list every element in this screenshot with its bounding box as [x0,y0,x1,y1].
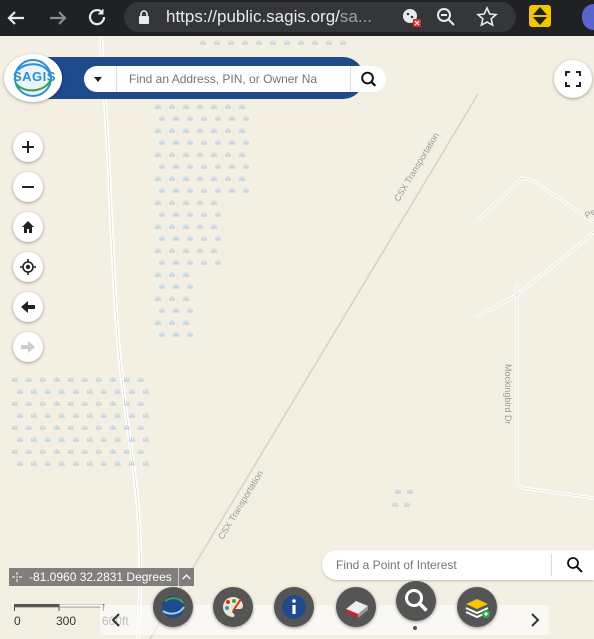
scale-label-0: 0 [14,614,21,628]
locate-button[interactable] [13,252,43,282]
palette-icon [223,597,243,617]
back-arrow-icon[interactable] [2,4,30,32]
zoom-icon[interactable] [436,7,456,27]
fullscreen-icon [565,71,581,87]
search-bar [34,57,386,99]
reload-icon[interactable] [83,4,111,32]
arrow-left-icon [21,301,35,313]
lock-icon [139,10,149,24]
coordinates-readout: -81.0960 32.2831 Degrees [9,568,194,586]
logo-text: SAGIS [13,69,56,84]
poi-search-box [322,550,594,580]
scale-label-300: 300 [56,614,77,628]
search-tool-button[interactable] [396,581,436,621]
cookie-blocked-icon[interactable] [400,6,422,28]
map-basemap [0,36,594,639]
crosshair-icon[interactable] [9,568,25,586]
identify-tool-button[interactable] [274,587,314,627]
map-canvas[interactable]: CSX Transportation CSX Transportation Mo… [0,36,594,639]
carousel-prev-icon[interactable] [106,610,126,630]
layers-tool-button[interactable] [457,587,497,627]
arrow-right-icon [21,341,35,353]
clear-tool-button[interactable] [336,587,376,627]
locate-icon [20,259,36,275]
search-input[interactable] [116,66,322,92]
globe-icon [162,596,185,618]
poi-search-icon[interactable] [564,554,586,576]
poi-search-input[interactable] [336,554,552,576]
plus-icon [22,141,34,153]
chevron-up-icon[interactable] [177,568,194,586]
sagis-logo[interactable]: SAGIS [4,54,62,102]
minus-icon [22,186,34,188]
basemap-tool-button[interactable] [153,587,193,627]
browser-toolbar: https://public.sagis.org/sa... [0,0,594,36]
profile-avatar[interactable] [582,4,594,30]
magnifier-icon [405,589,428,612]
info-icon [282,595,306,619]
street-label-mockingbird: Mockingbird Dr [503,364,513,425]
layers-icon [465,599,490,619]
home-icon [22,221,34,233]
previous-extent-button[interactable] [13,292,43,322]
search-icon[interactable] [350,66,386,92]
draw-tool-button[interactable] [213,587,253,627]
fullscreen-button[interactable] [554,60,592,98]
eraser-icon [346,601,368,618]
zoom-in-button[interactable] [13,132,43,162]
url-text: https://public.sagis.org/sa... [166,7,372,26]
search-box [84,66,386,92]
extension-icon[interactable] [528,4,552,28]
home-button[interactable] [13,212,43,242]
carousel-next-icon[interactable] [525,610,545,630]
star-icon[interactable] [476,6,498,28]
address-bar[interactable]: https://public.sagis.org/sa... [124,2,516,32]
next-extent-button[interactable] [13,332,43,362]
zoom-out-button[interactable] [13,172,43,202]
search-dropdown-icon[interactable] [84,66,112,92]
coordinates-text: -81.0960 32.2831 Degrees [29,570,172,584]
active-tool-indicator [413,626,417,630]
search-widget: SAGIS [4,54,386,102]
forward-arrow-icon[interactable] [44,4,72,32]
